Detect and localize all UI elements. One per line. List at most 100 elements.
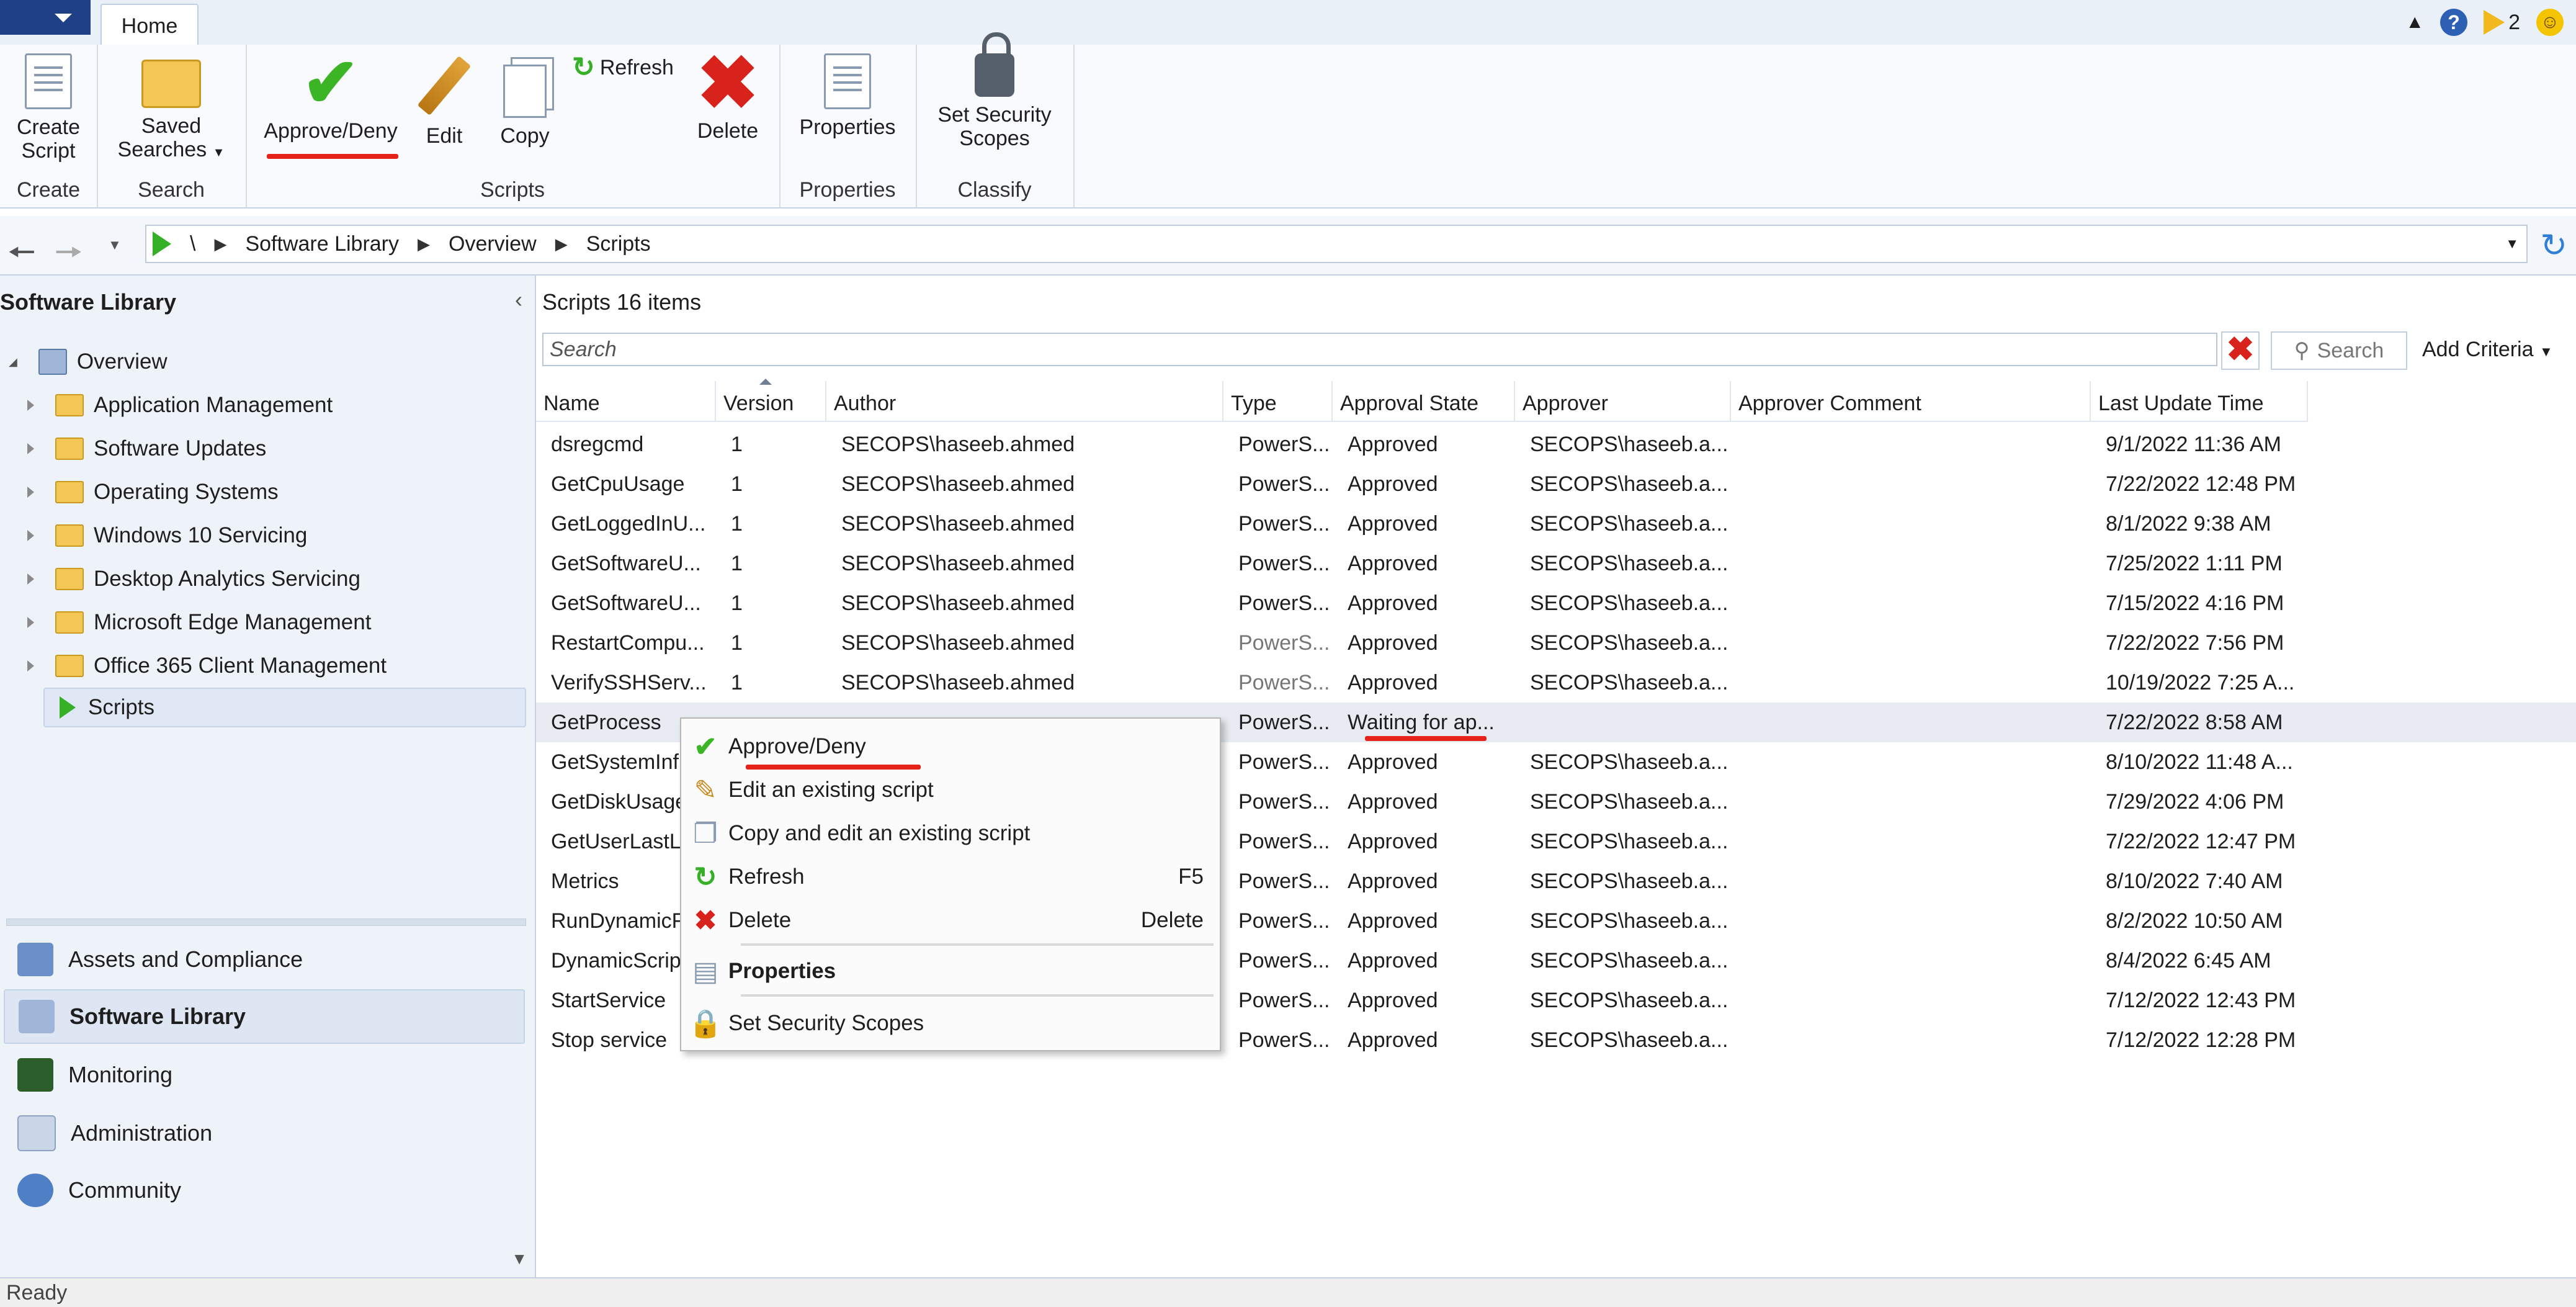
add-criteria-button[interactable]: Add Criteria ▼ bbox=[2422, 338, 2553, 362]
notifications-button[interactable]: 2 bbox=[2484, 10, 2520, 35]
workspace-administration[interactable]: Administration bbox=[4, 1107, 522, 1159]
table-row[interactable]: GetCpuUsage 1 SECOPS\haseeb.ahmed PowerS...… bbox=[536, 464, 2576, 504]
search-button[interactable]: ⚲ Search bbox=[2271, 331, 2407, 370]
address-dropdown-icon[interactable]: ▼ bbox=[2505, 236, 2519, 252]
cell-type: PowerS... bbox=[1238, 670, 1330, 694]
workspace-assets-and-compliance[interactable]: Assets and Compliance bbox=[4, 933, 522, 986]
menu-item-approve-deny[interactable]: ✔ Approve/Deny bbox=[682, 726, 1219, 767]
workspace-community[interactable]: Community bbox=[4, 1164, 522, 1216]
menu-item-delete[interactable]: ✖ Delete Delete bbox=[682, 900, 1219, 941]
breadcrumb-separator-icon[interactable]: ▶ bbox=[555, 235, 568, 254]
breadcrumb-overview[interactable]: Overview bbox=[449, 232, 537, 256]
breadcrumb-separator-icon[interactable]: ▶ bbox=[214, 235, 226, 254]
expand-arrow-icon[interactable] bbox=[27, 400, 34, 411]
chevron-down-icon[interactable]: ▼ bbox=[511, 1249, 527, 1269]
expand-arrow-icon[interactable] bbox=[27, 573, 34, 585]
tree-item-software-updates[interactable]: Software Updates bbox=[27, 428, 517, 469]
saved-searches-button[interactable]: Saved Searches ▼ bbox=[109, 53, 233, 164]
expand-arrow-icon[interactable] bbox=[27, 443, 34, 454]
cell-last-update-time: 7/29/2022 4:06 PM bbox=[2106, 789, 2284, 814]
cell-type: PowerS... bbox=[1238, 909, 1330, 933]
breadcrumb-software-library[interactable]: Software Library bbox=[245, 232, 399, 256]
column-header-author[interactable]: Author bbox=[826, 381, 1223, 422]
cell-approver-comment bbox=[1731, 544, 2091, 583]
tree-item-label: Software Updates bbox=[94, 436, 267, 460]
workspace-monitoring[interactable]: Monitoring bbox=[4, 1049, 522, 1101]
cell-approval-state: Approved bbox=[1348, 750, 1438, 774]
column-header-last-update-time[interactable]: Last Update Time bbox=[2091, 381, 2308, 422]
tab-home[interactable]: Home bbox=[101, 4, 199, 47]
saved-searches-label-2: Searches bbox=[117, 138, 207, 161]
collapse-pane-icon[interactable]: ‹ bbox=[515, 287, 522, 313]
cell-last-update-time: 7/22/2022 12:47 PM bbox=[2106, 829, 2296, 853]
expand-arrow-icon[interactable] bbox=[27, 487, 34, 498]
breadcrumb-scripts[interactable]: Scripts bbox=[586, 232, 651, 256]
dropdown-arrow-icon: ▼ bbox=[2539, 344, 2553, 359]
properties-button[interactable]: Properties bbox=[785, 53, 910, 139]
table-row[interactable]: GetLoggedInU... 1 SECOPS\haseeb.ahmed Power… bbox=[536, 504, 2576, 544]
cell-last-update-time: 8/1/2022 9:38 AM bbox=[2106, 511, 2271, 536]
tree-item-operating-systems[interactable]: Operating Systems bbox=[27, 472, 517, 513]
menu-item-properties[interactable]: ▤ Properties bbox=[682, 951, 1219, 992]
create-script-button[interactable]: Create Script bbox=[6, 53, 91, 163]
table-row[interactable]: GetSoftwareU... 1 SECOPS\haseeb.ahmed Power… bbox=[536, 544, 2576, 583]
column-header-name[interactable]: Name bbox=[536, 381, 716, 422]
refresh-button[interactable]: ↻ Refresh bbox=[572, 54, 684, 81]
workspace-splitter[interactable] bbox=[6, 918, 526, 926]
tree-item-desktop-analytics-servicing[interactable]: Desktop Analytics Servicing bbox=[27, 559, 517, 600]
chevron-up-icon[interactable]: ▲ bbox=[2405, 12, 2424, 33]
history-dropdown-icon[interactable]: ▼ bbox=[108, 237, 122, 253]
folder-icon bbox=[55, 394, 84, 416]
column-header-approver-comment[interactable]: Approver Comment bbox=[1731, 381, 2091, 422]
expand-arrow-icon[interactable] bbox=[27, 617, 34, 628]
refresh-icon[interactable]: ↻ bbox=[2540, 227, 2567, 264]
table-row[interactable]: VerifySSHServ... 1 SECOPS\haseeb.ahmed Powe… bbox=[536, 663, 2576, 703]
tree-item-scripts[interactable]: Scripts bbox=[43, 688, 526, 727]
expand-arrow-icon[interactable] bbox=[27, 530, 34, 541]
column-header-version[interactable]: Version bbox=[716, 381, 826, 422]
tree-item-overview[interactable]: ◢ Overview bbox=[9, 341, 517, 382]
set-security-scopes-button[interactable]: Set Security Scopes bbox=[922, 32, 1067, 150]
table-row[interactable]: dsregcmd 1 SECOPS\haseeb.ahmed PowerS... App… bbox=[536, 424, 2576, 464]
set-security-label-1: Set Security bbox=[937, 103, 1052, 127]
table-row[interactable]: RestartCompu... 1 SECOPS\haseeb.ahmed Power… bbox=[536, 623, 2576, 663]
column-header-approver[interactable]: Approver bbox=[1515, 381, 1731, 422]
group-label-properties: Properties bbox=[799, 178, 896, 202]
cell-author: SECOPS\haseeb.ahmed bbox=[841, 670, 1075, 694]
create-script-label-2: Script bbox=[21, 139, 76, 163]
tree-item-application-management[interactable]: Application Management bbox=[27, 385, 517, 426]
menu-item-copy-edit-script[interactable]: ❐ Copy and edit an existing script bbox=[682, 813, 1219, 854]
cell-approval-state: Approved bbox=[1348, 1028, 1438, 1052]
menu-item-edit-script[interactable]: ✎ Edit an existing script bbox=[682, 770, 1219, 811]
help-icon[interactable]: ? bbox=[2440, 9, 2468, 36]
tree-item-office-365-client-management[interactable]: Office 365 Client Management bbox=[27, 645, 517, 686]
column-header-approval-state[interactable]: Approval State bbox=[1333, 381, 1515, 422]
delete-button[interactable]: ✖ Delete bbox=[687, 46, 768, 143]
cell-version: 1 bbox=[731, 551, 743, 575]
column-header-type[interactable]: Type bbox=[1223, 381, 1333, 422]
clear-search-icon[interactable]: ✖ bbox=[2221, 331, 2260, 370]
menu-item-set-security-scopes[interactable]: 🔒 Set Security Scopes bbox=[682, 1003, 1219, 1044]
shortcut-key: Delete bbox=[1140, 908, 1204, 932]
app-menu-button[interactable] bbox=[0, 0, 91, 35]
copy-button[interactable]: Copy bbox=[488, 53, 562, 148]
set-security-label-2: Scopes bbox=[959, 127, 1030, 150]
tree-item-windows-10-servicing[interactable]: Windows 10 Servicing bbox=[27, 515, 517, 556]
approve-deny-button[interactable]: ✔ Approve/Deny bbox=[259, 49, 402, 143]
tree-item-microsoft-edge-management[interactable]: Microsoft Edge Management bbox=[27, 602, 517, 643]
breadcrumb-root[interactable]: \ bbox=[190, 232, 195, 256]
workspace-software-library[interactable]: Software Library bbox=[4, 989, 525, 1044]
menu-item-label: Approve/Deny bbox=[728, 734, 866, 758]
expand-arrow-icon[interactable] bbox=[27, 660, 34, 671]
table-row[interactable]: GetSoftwareU... 1 SECOPS\haseeb.ahmed Power… bbox=[536, 583, 2576, 623]
breadcrumb-separator-icon[interactable]: ▶ bbox=[418, 235, 430, 254]
menu-item-refresh[interactable]: ↻ Refresh F5 bbox=[682, 856, 1219, 897]
cell-approver-comment bbox=[1731, 861, 2091, 901]
edit-button[interactable]: Edit bbox=[413, 53, 475, 148]
search-input[interactable]: Search bbox=[542, 333, 2217, 366]
feedback-smiley-icon[interactable]: ☺ bbox=[2536, 9, 2564, 36]
cell-type: PowerS... bbox=[1238, 750, 1330, 774]
edit-label: Edit bbox=[426, 124, 463, 148]
cell-approver: SECOPS\haseeb.a... bbox=[1530, 789, 1729, 814]
cell-last-update-time: 7/22/2022 8:58 AM bbox=[2106, 710, 2283, 734]
